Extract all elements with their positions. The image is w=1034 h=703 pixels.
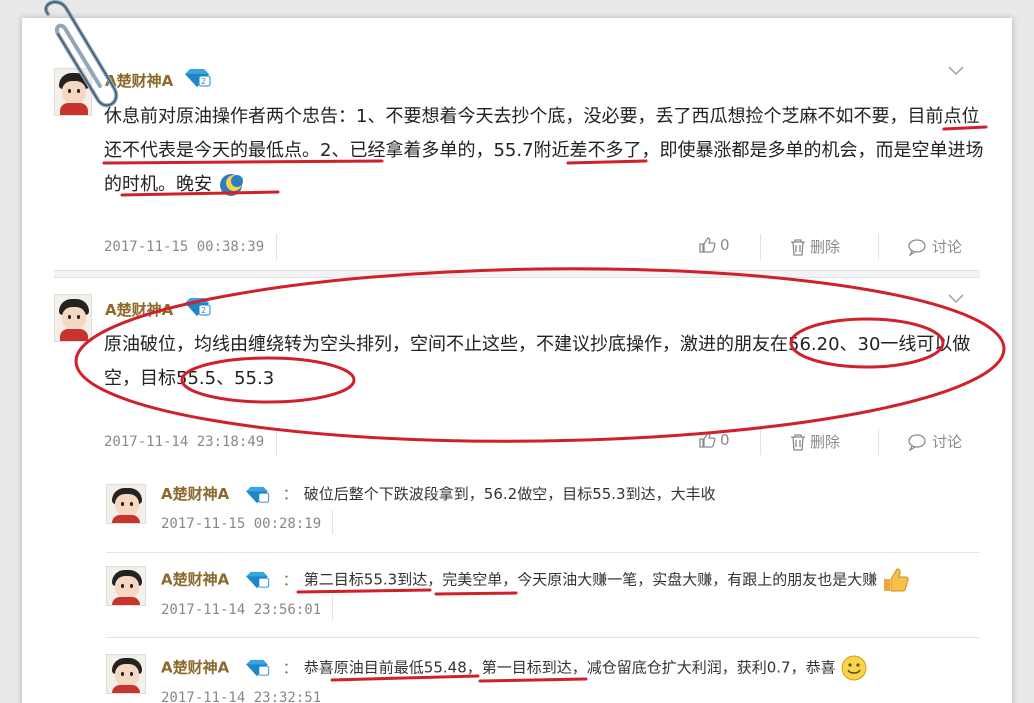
vip-diamond-icon — [246, 486, 270, 503]
thumbs-up-emoji-icon — [883, 568, 909, 592]
chat-icon — [908, 238, 926, 256]
reply-author[interactable]: A楚财神A — [161, 659, 229, 677]
thumbs-up-icon — [699, 237, 716, 253]
delete-label: 删除 — [810, 238, 841, 256]
delete-button[interactable]: 删除 — [790, 236, 840, 257]
timestamp: 2017-11-15 00:38:39 — [104, 239, 265, 255]
discuss-label: 讨论 — [932, 433, 963, 451]
like-count: 0 — [720, 431, 730, 449]
chevron-down-icon[interactable] — [948, 294, 964, 304]
reply-item: A楚财神A ：第二目标55.3到达，完美空单，今天原油大赚一笔，实盘大赚，有跟上… — [161, 567, 910, 593]
timestamp: 2017-11-14 23:18:49 — [104, 434, 265, 450]
reply-avatar[interactable] — [106, 654, 146, 694]
discuss-label: 讨论 — [932, 238, 963, 256]
delete-label: 删除 — [810, 433, 841, 451]
reply-timestamp: 2017-11-14 23:56:01 — [161, 602, 322, 618]
reply-text: 第二目标55.3到达，完美空单，今天原油大赚一笔，实盘大赚，有跟上的朋友也是大赚 — [303, 570, 878, 589]
reply-timestamp: 2017-11-14 23:32:51 — [161, 690, 322, 703]
post-content: 原油破位，均线由缠绕转为空头排列，空间不止这些，不建议抄底操作，激进的朋友在56… — [104, 334, 971, 389]
vip-diamond-icon — [246, 659, 270, 677]
avatar[interactable] — [54, 294, 92, 342]
comment-panel: A楚财神A 2 休息前对原油操作者两个忠告：1、不要想着今天去抄个底，没必要，丢… — [22, 18, 1012, 703]
vip-diamond-icon: 2 — [185, 69, 211, 87]
svg-text:2: 2 — [201, 306, 206, 315]
post-divider — [54, 270, 980, 278]
trash-icon — [791, 238, 805, 256]
vip-diamond-icon — [246, 571, 270, 589]
moon-emoji-icon — [219, 174, 243, 196]
thumbs-up-icon — [699, 432, 716, 448]
chevron-down-icon[interactable] — [948, 66, 964, 76]
reply-avatar[interactable] — [106, 566, 146, 606]
trash-icon — [791, 433, 805, 451]
like-count: 0 — [720, 236, 730, 254]
like-button[interactable]: 0 — [698, 236, 730, 254]
post-content: 休息前对原油操作者两个忠告：1、不要想着今天去抄个底，没必要，丢了西瓜想捡个芝麻… — [104, 100, 984, 202]
discuss-button[interactable]: 讨论 — [908, 236, 962, 257]
paperclip-icon — [44, 0, 118, 108]
chat-icon — [908, 433, 926, 451]
like-button[interactable]: 0 — [698, 431, 730, 449]
reply-author[interactable]: A楚财神A — [161, 571, 229, 589]
discuss-button[interactable]: 讨论 — [908, 431, 962, 452]
svg-text:2: 2 — [201, 77, 206, 86]
author-name[interactable]: A楚财神A — [105, 299, 173, 320]
delete-button[interactable]: 删除 — [790, 431, 840, 452]
reply-text: 破位后整个下跌波段拿到，56.2做空，目标55.3到达，大丰收 — [303, 485, 716, 503]
reply-timestamp: 2017-11-15 00:28:19 — [161, 516, 322, 532]
reply-avatar[interactable] — [106, 484, 146, 524]
reply-author[interactable]: A楚财神A — [161, 485, 229, 503]
reply-text: 恭喜原油目前最低55.48，第一目标到达，减仓留底仓扩大利润，获利0.7，恭喜 — [303, 658, 836, 677]
reply-item: A楚财神A ：恭喜原油目前最低55.48，第一目标到达，减仓留底仓扩大利润，获利… — [161, 654, 868, 682]
smiley-emoji-icon — [841, 655, 867, 681]
reply-item: A楚财神A ：破位后整个下跌波段拿到，56.2做空，目标55.3到达，大丰收 — [161, 485, 716, 503]
vip-diamond-icon: 2 — [185, 298, 211, 316]
